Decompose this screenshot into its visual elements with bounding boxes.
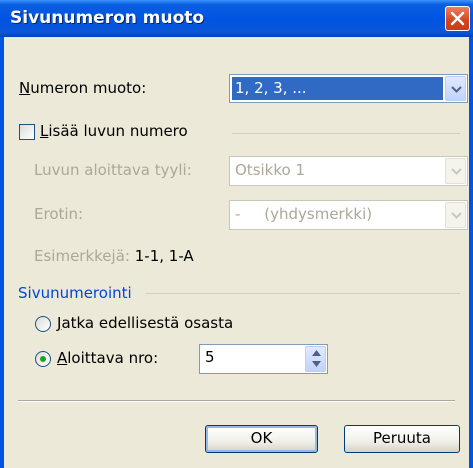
page-numbering-group-line <box>146 293 460 294</box>
arrow-down-icon[interactable] <box>312 361 321 367</box>
chevron-down-icon <box>451 212 462 219</box>
examples-value: 1-1, 1-A <box>134 247 194 265</box>
separator-combo[interactable]: - (yhdysmerkki) <box>229 200 468 230</box>
include-chapter-label: Lisää luvun numero <box>40 122 188 140</box>
bottom-separator <box>18 400 455 402</box>
separator-label: Erotin: <box>34 205 84 223</box>
chapter-group-line <box>232 133 460 134</box>
window-frame-left <box>0 37 4 468</box>
include-chapter-checkbox[interactable] <box>19 124 35 140</box>
continue-radio[interactable] <box>35 316 51 332</box>
page-numbering-group-title: Sivunumerointi <box>18 284 132 302</box>
separator-value: - (yhdysmerkki) <box>235 205 373 223</box>
chevron-down-icon <box>451 86 462 93</box>
examples-row: Esimerkkejä: 1-1, 1-A <box>34 247 194 265</box>
number-format-dropdown-button[interactable] <box>445 76 466 101</box>
start-at-input[interactable]: 5 <box>199 344 328 374</box>
window-frame-right <box>469 37 473 468</box>
ok-button[interactable]: OK <box>205 425 318 453</box>
arrow-up-icon[interactable] <box>312 350 321 356</box>
window-title: Sivunumeron muoto <box>10 8 205 28</box>
examples-label: Esimerkkejä: <box>34 247 130 265</box>
start-at-value: 5 <box>205 348 215 366</box>
start-at-spinner[interactable] <box>305 346 326 372</box>
chevron-down-icon <box>451 168 462 175</box>
continue-label: Jatka edellisestä osasta <box>57 314 234 332</box>
close-button[interactable] <box>445 6 470 31</box>
separator-dropdown-button[interactable] <box>445 202 466 228</box>
start-at-label: Aloittava nro: <box>57 349 159 367</box>
start-at-radio[interactable] <box>35 351 51 367</box>
number-format-combo[interactable]: 1, 2, 3, ... <box>229 74 468 103</box>
chapter-style-combo[interactable]: Otsikko 1 <box>229 156 468 186</box>
cancel-button[interactable]: Peruuta <box>344 425 460 453</box>
chapter-style-dropdown-button[interactable] <box>445 158 466 184</box>
title-bar: Sivunumeron muoto <box>0 0 473 37</box>
radio-selected-dot <box>40 356 46 362</box>
number-format-value: 1, 2, 3, ... <box>232 77 443 100</box>
chapter-style-value: Otsikko 1 <box>235 161 305 179</box>
chapter-style-label: Luvun aloittava tyyli: <box>34 161 192 179</box>
number-format-label: Numeron muoto: <box>19 79 147 97</box>
close-icon <box>450 11 465 26</box>
